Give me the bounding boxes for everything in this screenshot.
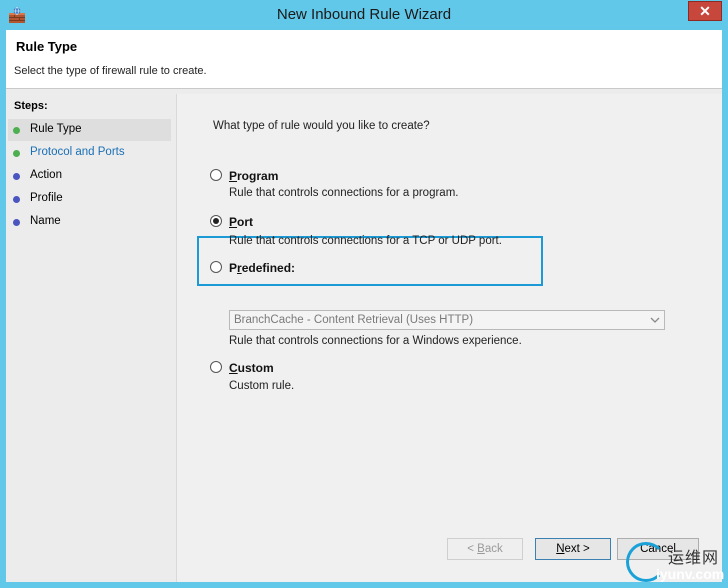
step-complete-dot-icon [13,150,20,157]
predefined-radio[interactable] [210,261,222,273]
title-bar[interactable]: New Inbound Rule Wizard ✕ [0,0,728,30]
custom-radio[interactable] [210,361,222,373]
predefined-label-pre: P [229,261,238,275]
page-description: Select the type of firewall rule to crea… [14,65,207,77]
step-name[interactable]: Name [8,211,171,233]
port-description: Rule that controls connections for a TCP… [229,235,502,247]
step-action[interactable]: Action [8,165,171,187]
port-label[interactable]: Port [229,215,253,229]
port-label-accel: P [229,215,238,229]
step-label: Action [30,169,62,181]
predefined-description: Rule that controls connections for a Win… [229,335,522,347]
predefined-rule-value: BranchCache - Content Retrieval (Uses HT… [234,314,474,326]
custom-label[interactable]: Custom [229,361,274,375]
watermark-cn-text: 运维网 [668,550,720,567]
next-button[interactable]: Next > [535,538,611,560]
site-watermark: 运维网 iyunv.com [622,540,726,586]
page-title: Rule Type [16,39,78,54]
steps-panel: Steps: Rule Type Protocol and Ports Acti… [6,94,174,582]
window-title: New Inbound Rule Wizard [276,6,452,23]
wizard-header: Rule Type Select the type of firewall ru… [6,30,722,89]
back-button[interactable]: < Back [447,538,523,560]
chevron-down-icon [650,317,660,323]
port-label-rest: ort [237,215,254,229]
program-label-accel: P [229,169,238,183]
next-button-accel: N [556,543,565,555]
step-pending-dot-icon [13,196,20,203]
step-label: Protocol and Ports [30,146,125,158]
step-complete-dot-icon [13,127,20,134]
steps-heading: Steps: [14,100,48,112]
step-label: Rule Type [30,123,82,135]
step-protocol-and-ports[interactable]: Protocol and Ports [8,142,171,164]
next-button-rest: ext > [564,543,590,555]
program-radio[interactable] [210,169,222,181]
program-description: Rule that controls connections for a pro… [229,187,459,199]
step-profile[interactable]: Profile [8,188,171,210]
predefined-rule-select[interactable]: BranchCache - Content Retrieval (Uses HT… [229,310,665,330]
radio-selected-dot [213,218,219,224]
back-button-accel: B [477,543,485,555]
content-panel: What type of rule would you like to crea… [176,94,722,582]
step-label: Profile [30,192,63,204]
back-button-rest: ack [484,543,503,555]
step-pending-dot-icon [13,173,20,180]
custom-label-rest: ustom [237,361,274,375]
predefined-label-rest: edefined: [241,261,296,275]
custom-label-accel: C [229,361,238,375]
custom-description: Custom rule. [229,380,295,392]
program-label-rest: rogram [237,169,279,183]
close-button[interactable]: ✕ [688,1,722,21]
step-label: Name [30,215,61,227]
close-icon: ✕ [699,3,711,19]
step-pending-dot-icon [13,219,20,226]
predefined-label[interactable]: Predefined: [229,261,295,275]
wizard-window: New Inbound Rule Wizard ✕ Rule Type Sele… [0,0,728,588]
port-radio[interactable] [210,215,222,227]
back-button-pre: < [467,543,478,555]
rule-type-question: What type of rule would you like to crea… [213,120,430,132]
step-rule-type[interactable]: Rule Type [8,119,171,141]
wizard-client: Rule Type Select the type of firewall ru… [6,30,722,582]
watermark-url-text: iyunv.com [656,566,725,582]
program-label[interactable]: Program [229,169,278,183]
